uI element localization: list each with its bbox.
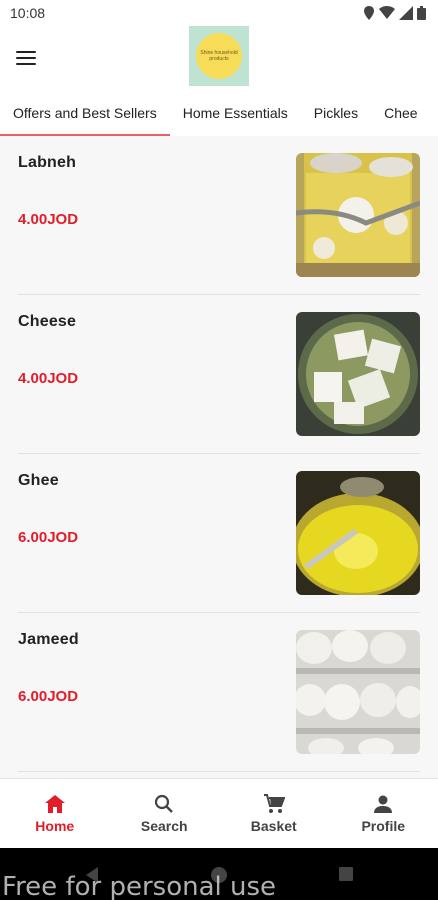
labneh-jar-photo[interactable] [296, 153, 420, 277]
tab-offers[interactable]: Offers and Best Sellers [0, 90, 170, 136]
person-icon [374, 795, 393, 813]
status-icons [363, 6, 426, 20]
search-icon [155, 794, 174, 813]
tab-cheese[interactable]: Chee [371, 90, 430, 136]
product-price: 6.00JOD [18, 688, 79, 705]
product-item[interactable]: Jameed 6.00JOD [18, 613, 420, 772]
tab-label: Pickles [313, 105, 359, 121]
nav-search[interactable]: Search [110, 779, 220, 848]
product-price: 4.00JOD [18, 211, 79, 228]
location-icon [364, 6, 374, 20]
nav-label: Basket [250, 817, 297, 834]
cart-icon [263, 793, 285, 813]
signal-icon [399, 6, 413, 20]
nav-label: Home [35, 817, 75, 834]
recents-icon[interactable] [338, 866, 354, 882]
tab-pickles[interactable]: Pickles [301, 90, 371, 136]
tab-label: Offers and Best Sellers [13, 105, 157, 121]
watermark: Free for personal use [2, 872, 277, 900]
status-time: 10:08 [10, 5, 46, 21]
logo-text: Shine household products [200, 50, 238, 62]
product-name: Jameed [18, 631, 79, 648]
battery-icon [417, 6, 426, 20]
nav-label: Profile [361, 817, 406, 834]
wifi-icon [379, 6, 395, 19]
menu-icon[interactable] [12, 44, 40, 72]
bottom-nav: Home Search Basket Profile [0, 778, 438, 848]
tab-home-essentials[interactable]: Home Essentials [170, 90, 301, 136]
tab-label: Home Essentials [182, 105, 288, 121]
nav-basket[interactable]: Basket [219, 779, 329, 848]
nav-home[interactable]: Home [0, 779, 110, 848]
product-name: Cheese [18, 313, 77, 330]
nav-label: Search [140, 817, 188, 834]
shop-logo[interactable]: Shine household products [189, 26, 249, 86]
product-price: 4.00JOD [18, 370, 79, 387]
product-name: Labneh [18, 154, 77, 171]
app-bar: Shine household products [0, 26, 438, 90]
product-item[interactable]: Labneh 4.00JOD [18, 136, 420, 295]
status-bar: 10:08 [0, 0, 438, 26]
product-item[interactable]: Ghee 6.00JOD [18, 454, 420, 613]
tab-label: Chee [384, 105, 418, 121]
cheese-bowl-photo[interactable] [296, 312, 420, 436]
category-tabs: Offers and Best Sellers Home Essentials … [0, 90, 438, 136]
logo-badge: Shine household products [196, 33, 242, 79]
product-name: Ghee [18, 472, 59, 489]
ghee-tin-photo[interactable] [296, 471, 420, 595]
product-list: Labneh 4.00JOD Cheese 4.00JOD Ghee 6.00J… [0, 136, 438, 778]
product-price: 6.00JOD [18, 529, 79, 546]
product-item[interactable]: Cheese 4.00JOD [18, 295, 420, 454]
nav-profile[interactable]: Profile [329, 779, 438, 848]
home-icon [44, 794, 65, 813]
jameed-tray-photo[interactable] [296, 630, 420, 754]
